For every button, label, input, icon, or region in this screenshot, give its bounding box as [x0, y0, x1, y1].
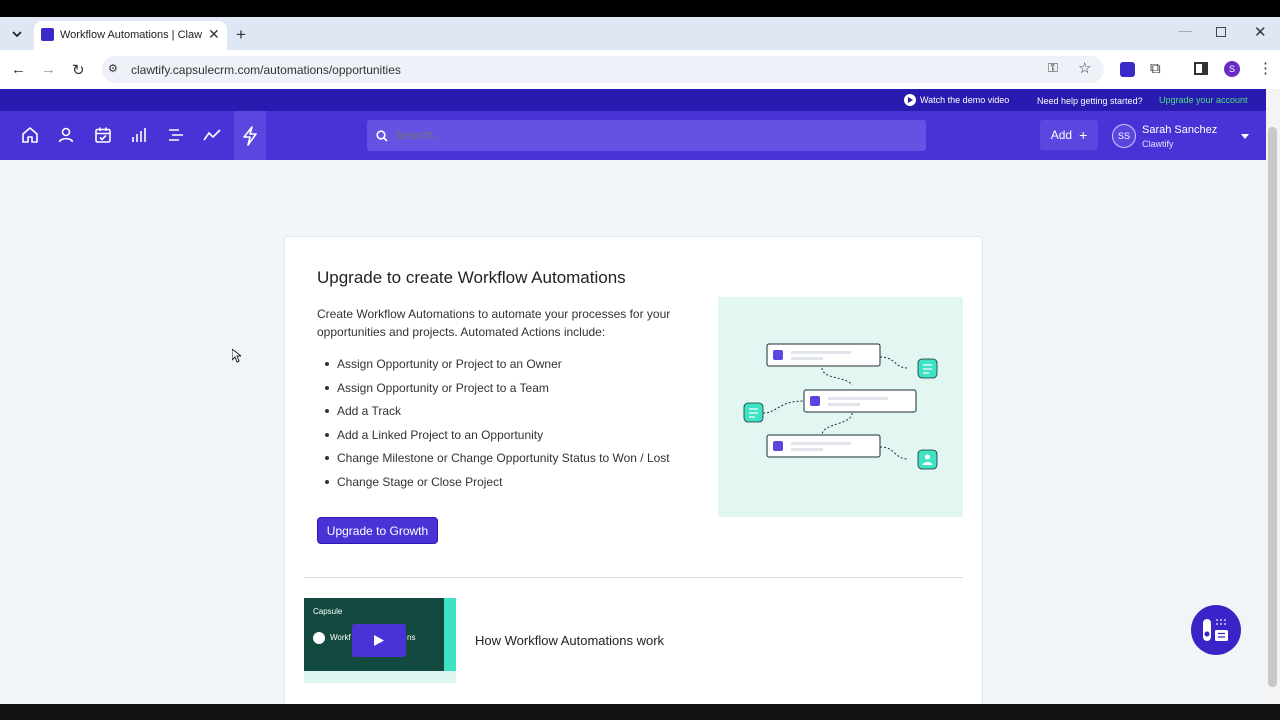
video-caption-right: ns	[407, 633, 416, 642]
description-text: Create Workflow Automations to automate …	[317, 307, 671, 339]
search-input[interactable]	[395, 126, 895, 144]
new-tab-button[interactable]: +	[236, 25, 246, 45]
list-item: Add a Track	[325, 403, 717, 427]
window-restore-button[interactable]	[1216, 27, 1226, 37]
tab-list-dropdown[interactable]	[8, 25, 26, 43]
browser-menu-icon[interactable]: ⋮	[1258, 59, 1273, 77]
chevron-down-icon	[12, 31, 22, 37]
video-brand: Capsule	[313, 607, 343, 616]
nav-calendar[interactable]	[89, 121, 117, 149]
extension-icon[interactable]	[1120, 62, 1135, 77]
side-panel-icon[interactable]	[1194, 62, 1208, 75]
user-avatar: SS	[1112, 124, 1136, 148]
nav-projects[interactable]	[162, 121, 190, 149]
list-item: Add a Linked Project to an Opportunity	[325, 427, 717, 451]
workflow-diagram-icon	[743, 343, 938, 470]
nav-home[interactable]	[16, 121, 44, 149]
watch-demo-label: Watch the demo video	[920, 95, 1010, 105]
video-caption-play-icon	[313, 632, 325, 644]
app-top-strip: Watch the demo video Need help getting s…	[0, 89, 1266, 111]
user-menu[interactable]: SS Sarah Sanchez Clawtify	[1112, 122, 1258, 150]
profile-initial: S	[1228, 64, 1235, 74]
add-button[interactable]: Add +	[1040, 120, 1098, 150]
upgrade-account-link[interactable]: Upgrade your account	[1159, 95, 1248, 105]
window-close-button[interactable]: ✕	[1254, 23, 1267, 41]
calendar-icon	[95, 127, 111, 143]
site-info-icon[interactable]: ⚙	[108, 62, 118, 75]
help-widget-icon	[1203, 619, 1228, 641]
url-text: clawtify.capsulecrm.com/automations/oppo…	[131, 63, 401, 77]
trend-icon	[203, 129, 221, 141]
nav-reports[interactable]	[198, 121, 226, 149]
list-item: Change Milestone or Change Opportunity S…	[325, 450, 717, 474]
video-thumbnail-accent	[444, 598, 456, 671]
forward-button[interactable]: →	[41, 61, 56, 78]
page-title: Upgrade to create Workflow Automations	[317, 268, 626, 287]
upgrade-to-growth-button[interactable]: Upgrade to Growth	[317, 517, 438, 544]
play-icon	[374, 635, 384, 646]
section-divider	[304, 577, 963, 578]
app-navbar: Add + SS Sarah Sanchez Clawtify	[0, 111, 1266, 160]
actions-list: Assign Opportunity or Project to an Owne…	[325, 356, 717, 498]
video-caption-left: Workf	[330, 633, 351, 642]
window-minimize-button[interactable]: —	[1178, 22, 1192, 38]
tab-close-icon[interactable]: ✕	[208, 26, 220, 43]
plus-icon: +	[1079, 127, 1088, 143]
tab-favicon	[41, 28, 54, 41]
video-play-button[interactable]	[352, 624, 406, 657]
user-initials: SS	[1117, 131, 1130, 141]
extensions-puzzle-icon[interactable]: ⧉	[1150, 60, 1161, 77]
person-icon	[58, 127, 74, 143]
nav-automations[interactable]	[234, 111, 266, 160]
search-box[interactable]	[367, 120, 926, 151]
address-bar[interactable]: ⚙ clawtify.capsulecrm.com/automations/op…	[102, 56, 1104, 83]
workflow-illustration	[718, 297, 963, 517]
nav-people[interactable]	[52, 121, 80, 149]
lightning-icon	[243, 125, 257, 146]
list-icon	[169, 129, 183, 141]
add-label: Add	[1050, 128, 1073, 142]
user-company: Clawtify	[1142, 139, 1174, 149]
play-circle-icon	[904, 94, 916, 106]
list-item: Assign Opportunity or Project to an Owne…	[325, 356, 717, 380]
reload-button[interactable]: ↻	[72, 61, 85, 79]
bookmark-star-icon[interactable]: ☆	[1078, 59, 1091, 77]
list-item: Assign Opportunity or Project to a Team	[325, 380, 717, 404]
bottom-edge	[0, 704, 1280, 720]
scrollbar-thumb[interactable]	[1268, 127, 1277, 687]
search-icon	[376, 130, 388, 142]
list-item: Change Stage or Close Project	[325, 474, 717, 498]
back-button[interactable]: ←	[11, 61, 26, 78]
browser-tab[interactable]: Workflow Automations | Clawtif ✕	[34, 21, 227, 50]
bar-chart-icon	[132, 128, 146, 142]
help-widget-button[interactable]	[1191, 605, 1241, 655]
password-key-icon[interactable]: ⚿	[1048, 60, 1058, 76]
home-icon	[22, 127, 38, 143]
video-title-link[interactable]: How Workflow Automations work	[475, 633, 664, 648]
chevron-down-icon	[1241, 134, 1249, 139]
user-name: Sarah Sanchez	[1142, 124, 1218, 136]
nav-sales[interactable]	[125, 121, 153, 149]
watch-demo-link[interactable]: Watch the demo video	[904, 94, 1009, 106]
profile-avatar[interactable]: S	[1224, 61, 1240, 77]
tab-title: Workflow Automations | Clawtif	[60, 29, 202, 41]
help-link[interactable]: Need help getting started?	[1037, 96, 1143, 106]
